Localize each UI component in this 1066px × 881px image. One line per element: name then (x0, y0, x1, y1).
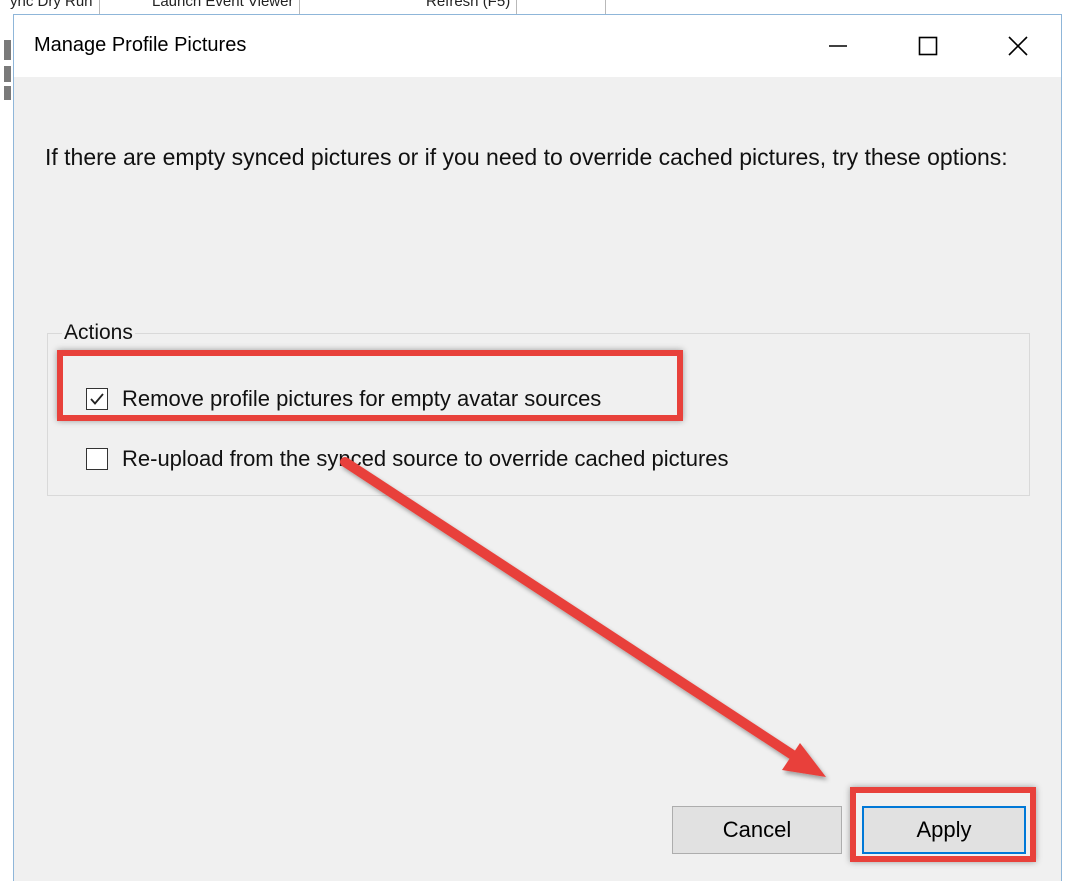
reupload-synced-source-option[interactable]: Re-upload from the synced source to over… (86, 446, 729, 472)
manage-profile-pictures-dialog: Manage Profile Pictures If there are emp… (13, 14, 1062, 881)
background-edge-mark (4, 40, 11, 60)
dialog-titlebar[interactable]: Manage Profile Pictures (14, 15, 1061, 77)
dialog-title: Manage Profile Pictures (34, 34, 247, 56)
remove-empty-avatar-checkbox[interactable] (86, 388, 108, 410)
minimize-button[interactable] (792, 15, 884, 77)
background-edge-mark (4, 86, 11, 100)
close-icon (1008, 36, 1028, 56)
launch-event-viewer-toolbar-button[interactable]: Launch Event Viewer (152, 0, 301, 14)
refresh-toolbar-button[interactable]: Refresh (F5) (426, 0, 518, 14)
dry-run-toolbar-button[interactable]: ync Dry Run (10, 0, 100, 14)
toolbar-separator (596, 0, 606, 14)
remove-empty-avatar-label: Remove profile pictures for empty avatar… (122, 386, 602, 411)
background-toolbar: ync Dry Run Launch Event Viewer Refresh … (0, 0, 640, 14)
maximize-icon (918, 36, 938, 56)
reupload-synced-source-label: Re-upload from the synced source to over… (122, 446, 729, 471)
apply-button[interactable]: Apply (862, 806, 1026, 854)
actions-group-box: Actions Remove profile pictures for empt… (47, 321, 1030, 496)
checkmark-icon (90, 393, 104, 405)
minimize-icon (829, 45, 847, 47)
cancel-button[interactable]: Cancel (672, 806, 842, 854)
remove-empty-avatar-option[interactable]: Remove profile pictures for empty avatar… (86, 386, 601, 412)
maximize-button[interactable] (882, 15, 974, 77)
instruction-text: If there are empty synced pictures or if… (45, 144, 1008, 170)
close-button[interactable] (972, 15, 1064, 77)
background-edge-mark (4, 66, 11, 82)
reupload-synced-source-checkbox[interactable] (86, 448, 108, 470)
actions-group-label: Actions (62, 321, 135, 345)
